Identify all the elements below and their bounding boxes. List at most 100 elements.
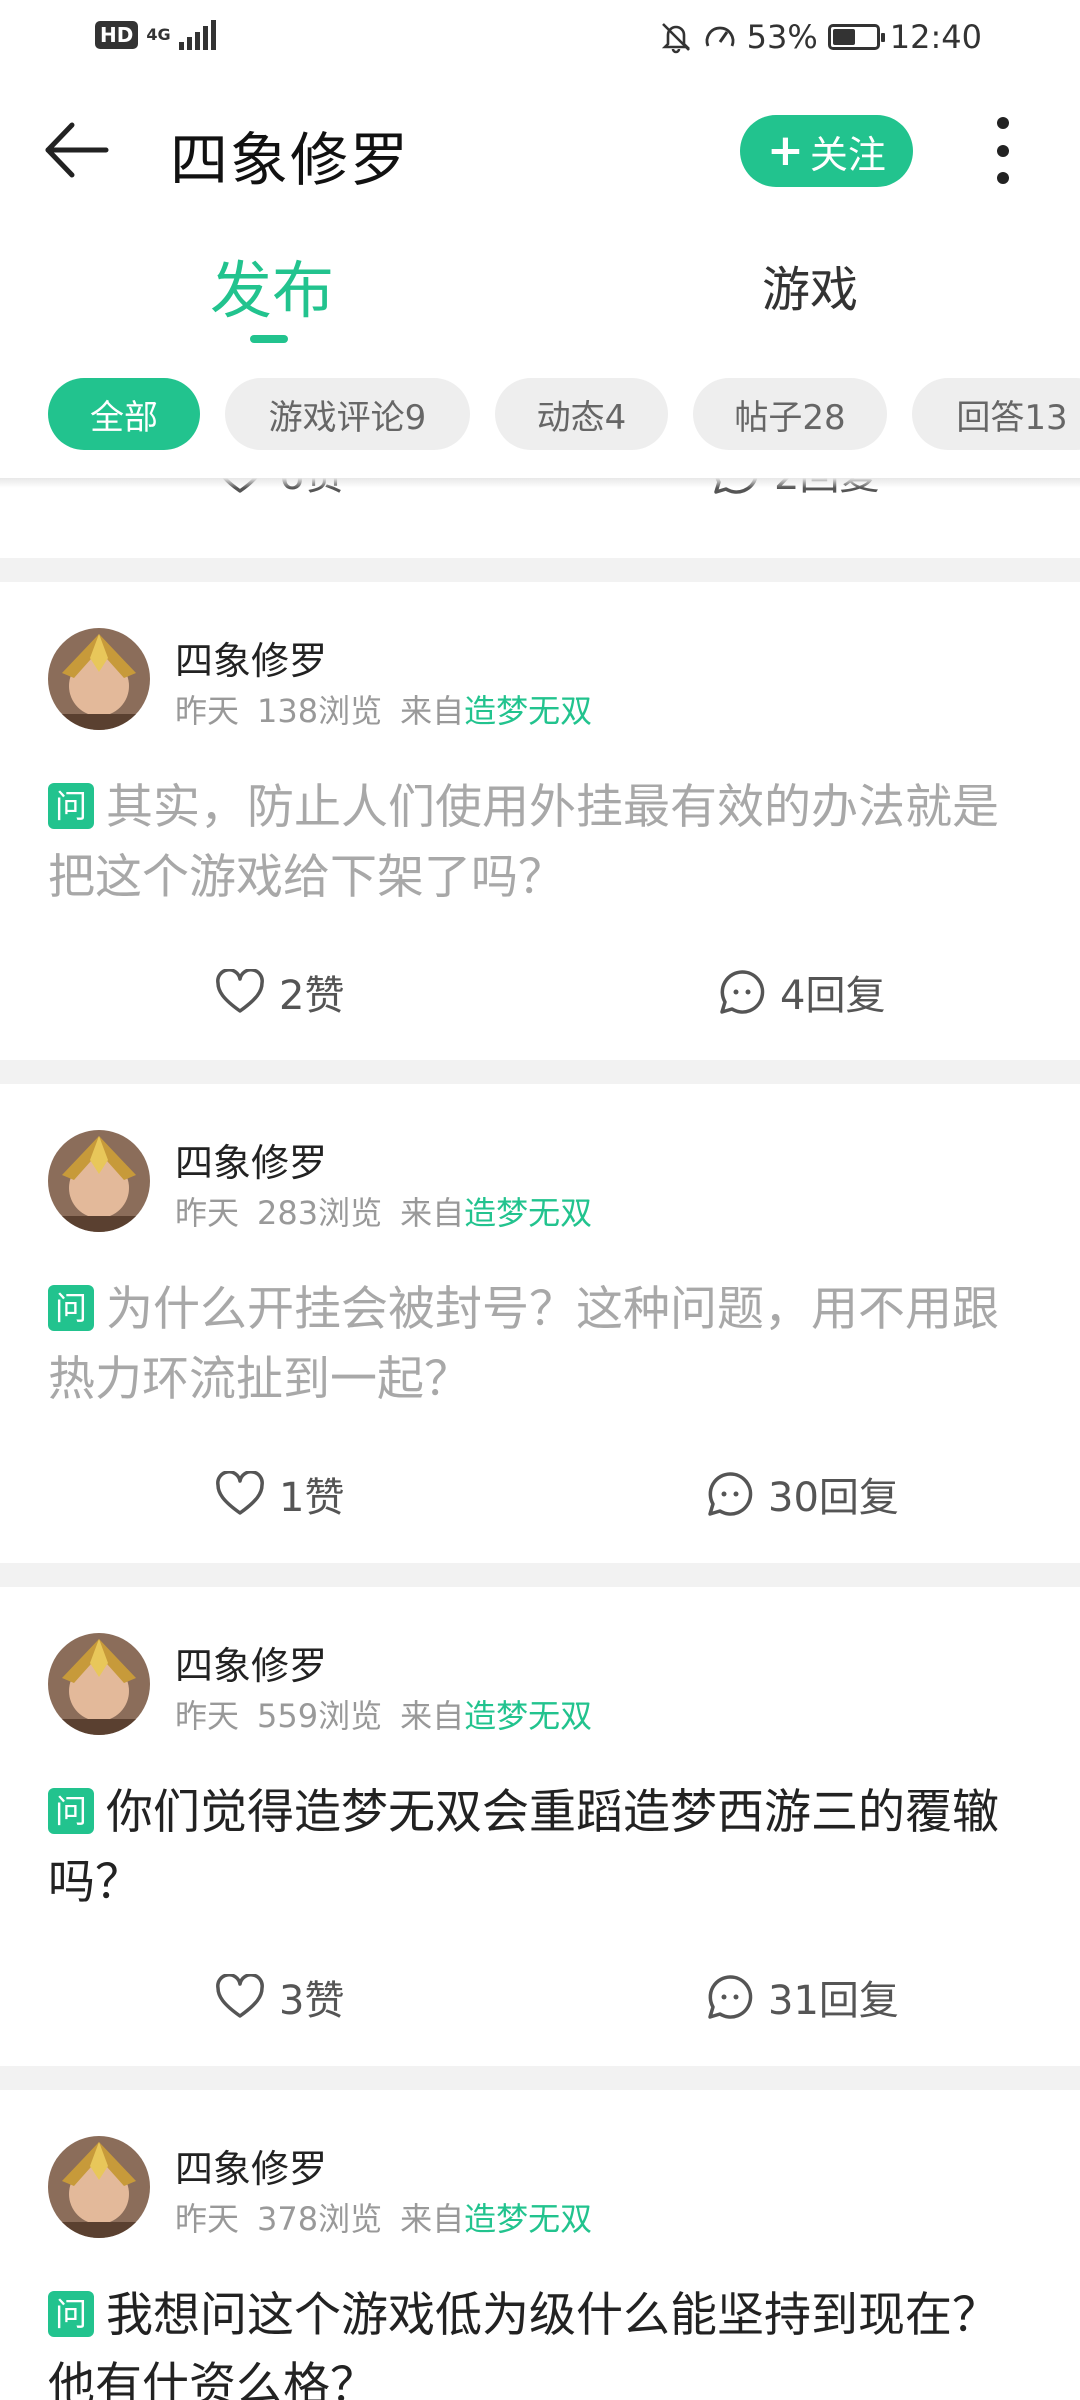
source-prefix: 来自 xyxy=(400,1697,465,1735)
post-card[interactable]: 四象修罗 昨天 138浏览 来自造梦无双 问其实，防止人们使用外挂最有效的办法就是把… xyxy=(0,628,1080,1028)
like-button[interactable]: 3赞 xyxy=(215,1968,344,2026)
avatar[interactable] xyxy=(48,1130,150,1232)
post-question[interactable]: 问其实，防止人们使用外挂最有效的办法就是把这个游戏给下架了吗？ xyxy=(48,773,1008,913)
view-count: 378浏览 xyxy=(257,2200,383,2238)
comment-bubble-icon xyxy=(708,1472,753,1516)
post-card[interactable]: 四象修罗 昨天 378浏览 来自造梦无双 问我想问这个游戏低为级什么能坚持到现在？他… xyxy=(0,2136,1080,2400)
dot-icon xyxy=(996,172,1009,184)
follow-button[interactable]: + 关注 xyxy=(740,115,913,187)
question-badge: 问 xyxy=(48,783,94,829)
battery-percent: 53% xyxy=(746,18,818,56)
like-count: 3赞 xyxy=(279,1978,345,2024)
reply-button[interactable]: 31回复 xyxy=(706,1968,899,2026)
view-count: 559浏览 xyxy=(257,1697,383,1735)
reply-button[interactable]: 4回复 xyxy=(718,963,885,1021)
filter-posts[interactable]: 帖子28 xyxy=(693,378,887,450)
status-left: HD 4G xyxy=(95,20,217,50)
post-question[interactable]: 问为什么开挂会被封号？这种问题，用不用跟热力环流扯到一起？ xyxy=(48,1275,1008,1415)
like-count: 2赞 xyxy=(279,973,345,1019)
view-count: 138浏览 xyxy=(257,692,383,730)
post-meta: 昨天 378浏览 来自造梦无双 xyxy=(175,2194,592,2240)
like-button[interactable]: 1赞 xyxy=(215,1465,344,1523)
post-card[interactable]: 四象修罗 昨天 283浏览 来自造梦无双 问为什么开挂会被封号？这种问题，用不用跟热… xyxy=(0,1130,1080,1530)
like-button[interactable]: 2赞 xyxy=(215,963,344,1021)
status-bar: HD 4G 53% 12:40 xyxy=(0,0,1080,80)
status-right: 53% 12:40 xyxy=(659,18,982,56)
tab-publish[interactable]: 发布 xyxy=(210,240,334,330)
filter-moments[interactable]: 动态4 xyxy=(495,378,668,450)
question-badge: 问 xyxy=(48,1788,94,1834)
app-header: 四象修罗 + 关注 xyxy=(0,95,1080,205)
tab-games[interactable]: 游戏 xyxy=(762,250,858,320)
author-name[interactable]: 四象修罗 xyxy=(175,2138,327,2193)
post-meta: 昨天 283浏览 来自造梦无双 xyxy=(175,1188,592,1234)
back-arrow-icon xyxy=(45,122,109,178)
question-text: 为什么开挂会被封号？这种问题，用不用跟热力环流扯到一起？ xyxy=(48,1282,999,1407)
question-text: 你们觉得造梦无双会重蹈造梦西游三的覆辙吗？ xyxy=(48,1785,999,1910)
post-question[interactable]: 问我想问这个游戏低为级什么能坚持到现在？他有什资么格？ xyxy=(48,2281,1008,2400)
post-time: 昨天 xyxy=(175,1194,240,1232)
filter-all[interactable]: 全部 xyxy=(48,378,200,450)
like-count: 1赞 xyxy=(279,1475,345,1521)
card-divider xyxy=(0,1060,1080,1084)
avatar[interactable] xyxy=(48,628,150,730)
reply-count: 30回复 xyxy=(768,1475,899,1521)
more-options-button[interactable] xyxy=(980,113,1025,188)
page-title: 四象修罗 xyxy=(170,126,411,194)
network-type: 4G xyxy=(146,25,171,44)
avatar[interactable] xyxy=(48,2136,150,2238)
question-text: 其实，防止人们使用外挂最有效的办法就是把这个游戏给下架了吗？ xyxy=(48,780,999,905)
speed-gauge-icon xyxy=(703,20,737,54)
author-name[interactable]: 四象修罗 xyxy=(175,1132,327,1187)
follow-label: 关注 xyxy=(809,132,886,177)
post-card[interactable]: 四象修罗 昨天 559浏览 来自造梦无双 问你们觉得造梦无双会重蹈造梦西游三的覆辙吗… xyxy=(0,1633,1080,2033)
source-game-link[interactable]: 造梦无双 xyxy=(464,1697,592,1735)
question-badge: 问 xyxy=(48,2291,94,2337)
post-time: 昨天 xyxy=(175,1697,240,1735)
post-actions: 2赞 4回复 xyxy=(0,963,1080,1023)
battery-level xyxy=(832,29,855,45)
source-game-link[interactable]: 造梦无双 xyxy=(464,692,592,730)
post-actions: 1赞 30回复 xyxy=(0,1465,1080,1525)
main-tabs: 发布 游戏 xyxy=(0,250,1080,350)
feed-top-shadow xyxy=(0,478,1080,488)
post-question[interactable]: 问你们觉得造梦无双会重蹈造梦西游三的覆辙吗？ xyxy=(48,1778,1008,1918)
author-name[interactable]: 四象修罗 xyxy=(175,630,327,685)
card-divider xyxy=(0,558,1080,582)
comment-bubble-icon xyxy=(708,1975,753,2019)
card-divider xyxy=(0,1563,1080,1587)
post-meta: 昨天 559浏览 来自造梦无双 xyxy=(175,1691,592,1737)
dot-icon xyxy=(996,117,1009,129)
post-feed[interactable]: 6赞 2回复 四象修罗 昨天138浏览来自造梦无双 问其实，防止人们使用外挂最有… xyxy=(0,478,1080,2400)
plus-icon: + xyxy=(767,125,804,176)
question-badge: 问 xyxy=(48,1285,94,1331)
source-game-link[interactable]: 造梦无双 xyxy=(464,2200,592,2238)
reply-count: 31回复 xyxy=(768,1978,899,2024)
hd-badge: HD xyxy=(95,21,139,49)
avatar[interactable] xyxy=(48,1633,150,1735)
filter-answers[interactable]: 回答13 xyxy=(912,378,1080,450)
clock: 12:40 xyxy=(889,18,982,56)
heart-icon xyxy=(216,969,264,1013)
post-actions: 3赞 31回复 xyxy=(0,1968,1080,2028)
source-prefix: 来自 xyxy=(400,692,465,730)
source-prefix: 来自 xyxy=(400,2200,465,2238)
card-divider xyxy=(0,2066,1080,2090)
comment-bubble-icon xyxy=(720,970,765,1014)
source-prefix: 来自 xyxy=(400,1194,465,1232)
filter-chips: 全部 游戏评论9 动态4 帖子28 回答13 xyxy=(0,376,1080,452)
view-count: 283浏览 xyxy=(257,1194,383,1232)
battery-icon xyxy=(827,24,885,50)
heart-icon xyxy=(216,1471,264,1515)
post-meta: 昨天 138浏览 来自造梦无双 xyxy=(175,686,592,732)
reply-button[interactable]: 30回复 xyxy=(706,1465,899,1523)
mute-bell-icon xyxy=(659,20,693,54)
author-name[interactable]: 四象修罗 xyxy=(175,1635,327,1690)
heart-icon xyxy=(216,1974,264,2018)
back-button[interactable] xyxy=(42,115,122,185)
reply-count: 4回复 xyxy=(780,973,886,1019)
active-tab-indicator xyxy=(250,335,288,343)
signal-icon xyxy=(178,20,217,50)
filter-game-reviews[interactable]: 游戏评论9 xyxy=(225,378,470,450)
source-game-link[interactable]: 造梦无双 xyxy=(464,1194,592,1232)
